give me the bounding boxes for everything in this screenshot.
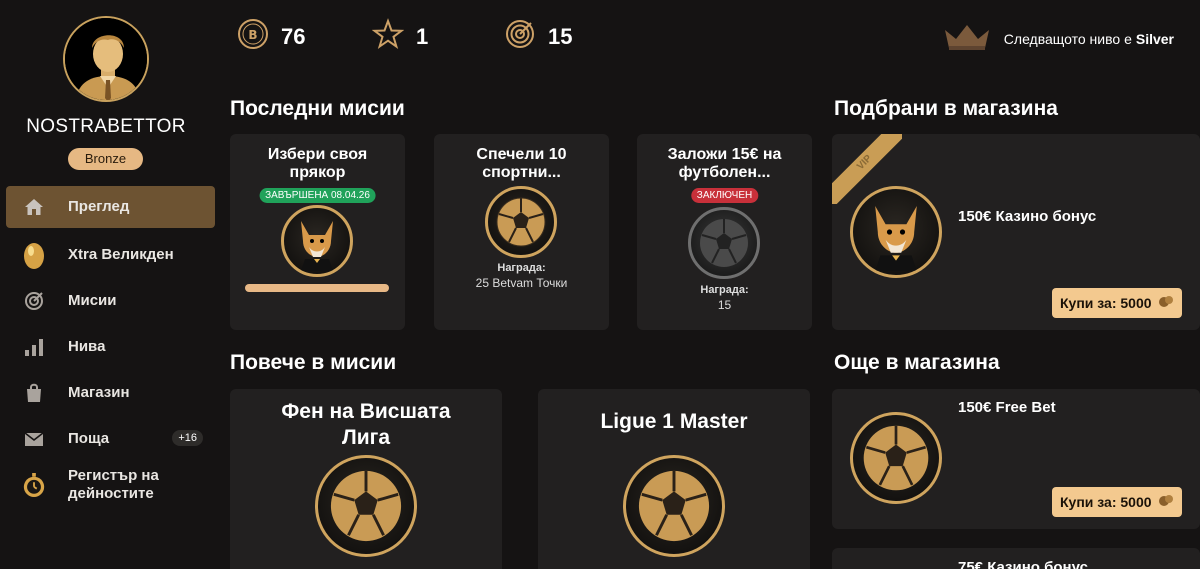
more-missions-title: Повече в мисии [230, 351, 397, 374]
sidebar-item-label: Нива [68, 338, 106, 355]
shop-item[interactable]: 75€ Казино бонус [832, 548, 1200, 569]
sidebar: NOSTRABETTOR Bronze Преглед Xtra Великде… [0, 0, 218, 569]
shop-item-title: 150€ Казино бонус [958, 208, 1097, 225]
mission-title-line2: футболен... [678, 164, 771, 181]
coins-stat: B 76 [237, 18, 305, 55]
fox-mascot-icon [281, 205, 353, 277]
mail-count-badge: +16 [172, 430, 203, 446]
shop-item[interactable]: 150€ Free Bet Купи за: 5000 [832, 389, 1200, 529]
more-shop-title: Още в магазина [834, 351, 1000, 374]
sidebar-item-label: Мисии [68, 292, 117, 309]
mission-title-line1: Избери своя [267, 146, 368, 163]
home-icon [22, 195, 46, 219]
mission-title-line2: спортни... [482, 164, 561, 181]
football-medal-icon [623, 455, 725, 557]
sidebar-item-levels[interactable]: Нива [6, 324, 215, 370]
sidebar-nav: Преглед Xtra Великден Мисии Нива Магазин… [6, 186, 215, 508]
mail-icon [22, 427, 46, 451]
shop-item-featured[interactable]: VIP 150€ Казино бонус Купи за: 5000 [832, 134, 1200, 330]
sidebar-item-mail[interactable]: Поща +16 [6, 416, 215, 462]
mission-title-line1: Фен на Висшата [281, 400, 451, 423]
coins-value: 76 [281, 23, 306, 49]
featured-shop-title: Подбрани в магазина [834, 97, 1058, 120]
target-icon [504, 18, 536, 55]
app-root: NOSTRABETTOR Bronze Преглед Xtra Великде… [0, 0, 1200, 569]
mission-title-line1: Заложи 15€ на [667, 146, 782, 163]
mission-card[interactable]: Избери своя прякор ЗАВЪРШЕНА 08.04.26 [230, 134, 405, 330]
coins-icon [1158, 487, 1174, 517]
reward-value: 15 [717, 298, 732, 312]
user-avatar-icon [65, 18, 147, 100]
betvam-coin-icon: B [237, 18, 269, 55]
reward-label: Награда: [700, 284, 749, 296]
star-icon [371, 18, 405, 55]
shopping-bag-icon [22, 381, 46, 405]
avatar[interactable] [63, 16, 149, 102]
targets-value: 15 [548, 23, 573, 49]
shop-item-title: 150€ Free Bet [958, 399, 1056, 416]
svg-text:B: B [248, 28, 257, 42]
mission-title-line2: прякор [289, 164, 346, 181]
recent-missions-title: Последни мисии [230, 97, 405, 120]
stopwatch-icon [22, 473, 46, 497]
target-icon [22, 289, 46, 313]
sidebar-item-overview[interactable]: Преглед [6, 186, 215, 228]
mission-card[interactable]: Заложи 15€ на футболен... ЗАКЛЮЧЕН Награ… [637, 134, 812, 330]
coins-icon [1158, 288, 1174, 318]
reward-value: 25 Betvam Точки [475, 276, 568, 290]
mission-title-line2: Лига [341, 426, 391, 449]
sidebar-item-label: Поща [68, 430, 110, 447]
sidebar-item-activity-log[interactable]: Регистър на дейностите [6, 462, 215, 508]
buy-button[interactable]: Купи за: 5000 [1052, 288, 1182, 318]
stars-stat: 1 [371, 18, 429, 55]
mission-title-line1: Спечели 10 [476, 146, 567, 163]
fox-mascot-icon [850, 186, 942, 278]
football-medal-icon [850, 412, 942, 504]
sidebar-item-label: Магазин [68, 384, 130, 401]
sidebar-item-label: Преглед [68, 198, 130, 215]
mission-card[interactable]: Спечели 10 спортни... Награда: 25 Betvam… [434, 134, 609, 330]
sidebar-item-label: Регистър на дейностите [68, 467, 159, 502]
mission-card-large[interactable]: Фен на Висшата Лига [230, 389, 502, 569]
sidebar-item-xtra-easter[interactable]: Xtra Великден [6, 232, 215, 278]
buy-button-label: Купи за: 5000 [1060, 295, 1152, 311]
next-level-info: Следващото ниво е Silver [942, 22, 1174, 55]
mission-card-large[interactable]: Ligue 1 Master [538, 389, 810, 569]
football-medal-icon [315, 455, 417, 557]
sidebar-item-shop[interactable]: Магазин [6, 370, 215, 416]
sidebar-item-missions[interactable]: Мисии [6, 278, 215, 324]
buy-button[interactable]: Купи за: 5000 [1052, 487, 1182, 517]
username: NOSTRABETTOR [26, 116, 186, 137]
buy-button-label: Купи за: 5000 [1060, 494, 1152, 510]
mission-status-badge: ЗАВЪРШЕНА 08.04.26 [259, 188, 376, 203]
mission-status-badge: ЗАКЛЮЧЕН [690, 188, 759, 203]
golden-egg-icon [22, 243, 46, 269]
next-level-name: Silver [1135, 30, 1174, 47]
reward-label: Награда: [497, 262, 546, 274]
sidebar-item-label: Xtra Великден [68, 246, 174, 263]
crown-icon [942, 22, 992, 55]
stars-value: 1 [416, 23, 429, 49]
rank-badge: Bronze [68, 148, 143, 170]
shop-item-title: 75€ Казино бонус [958, 559, 1088, 569]
levels-bars-icon [22, 335, 46, 359]
mission-title: Ligue 1 Master [600, 410, 748, 433]
mission-progress-bar [245, 284, 389, 292]
football-medal-icon [485, 186, 557, 258]
locked-football-medal-icon [688, 207, 760, 279]
next-level-text: Следващото ниво е [1003, 30, 1132, 47]
targets-stat: 15 [504, 18, 572, 55]
